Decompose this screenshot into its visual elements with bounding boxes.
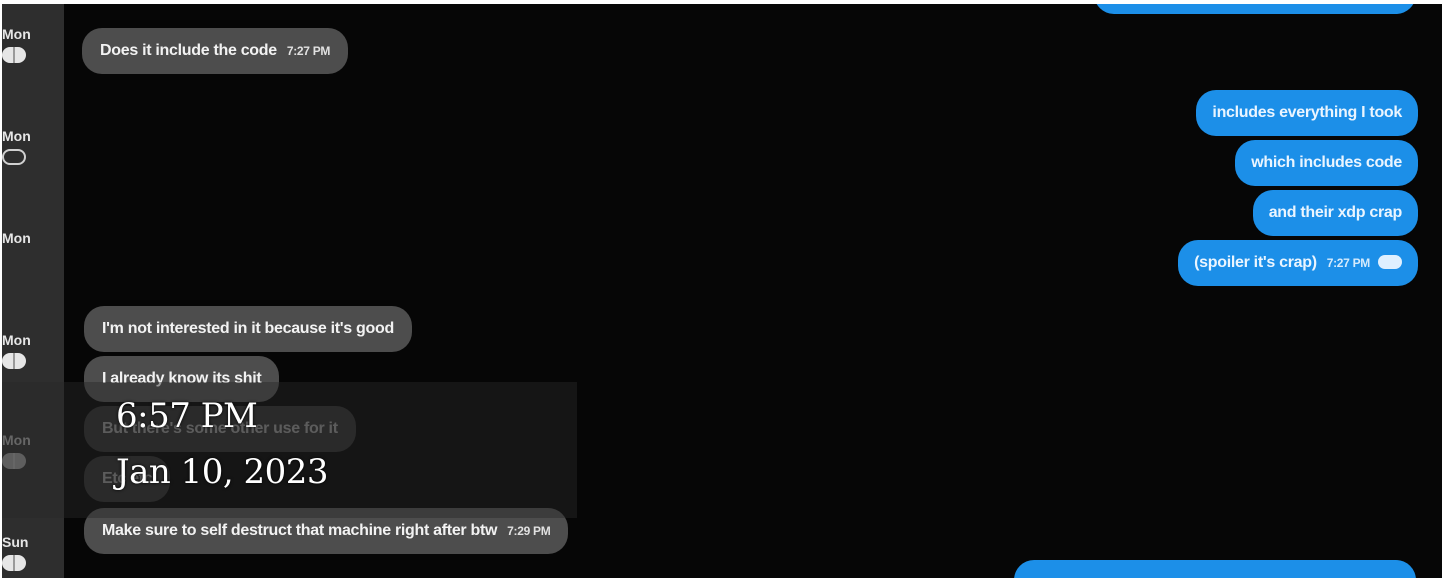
message-time: 7:27 PM [286, 44, 331, 58]
sidebar-entry[interactable]: Mon [2, 230, 42, 246]
message-text: which includes code [1251, 154, 1402, 171]
sidebar-day-label: Mon [2, 26, 31, 42]
sidebar-day-label: Mon [2, 230, 31, 246]
sidebar-day-label: Mon [2, 128, 31, 144]
toggle-icon [2, 555, 26, 571]
message-bubble-incoming[interactable]: I'm not interested in it because it's go… [84, 306, 412, 352]
message-text: Does it include the code [100, 42, 277, 59]
read-receipt-icon [1378, 255, 1402, 269]
sidebar-day-label: Mon [2, 332, 31, 348]
message-bubble-outgoing[interactable] [1094, 4, 1416, 14]
sidebar-day-label: Sun [2, 534, 29, 550]
message-bubble-outgoing[interactable]: includes everything I took [1196, 90, 1418, 136]
message-time: 7:27 PM [1326, 256, 1371, 270]
message-bubble-outgoing[interactable]: (spoiler it's crap) 7:27 PM [1178, 240, 1418, 286]
message-bubble-outgoing[interactable] [1014, 560, 1416, 578]
timestamp-overlay [2, 382, 577, 518]
checkmark-icon [2, 149, 26, 165]
message-text: (spoiler it's crap) [1194, 254, 1317, 271]
message-text: includes everything I took [1212, 104, 1402, 121]
message-time: 7:29 PM [507, 524, 551, 538]
message-bubble-outgoing[interactable]: which includes code [1235, 140, 1418, 186]
message-bubble-incoming[interactable]: Does it include the code 7:27 PM [82, 28, 349, 74]
conversation-screen: Mon Mon Mon Mon Mon Sun Does it include … [2, 4, 1442, 578]
toggle-icon [2, 353, 26, 369]
overlay-time: 6:57 PM [116, 396, 258, 436]
message-text: and their xdp crap [1268, 204, 1403, 221]
sidebar-entry[interactable]: Mon [2, 332, 42, 369]
overlay-date: Jan 10, 2023 [116, 452, 329, 492]
sidebar-entry[interactable]: Mon [2, 128, 42, 165]
sidebar-entry[interactable]: Sun [2, 534, 42, 571]
message-text: Make sure to self destruct that machine … [102, 522, 498, 539]
message-text: I'm not interested in it because it's go… [102, 320, 394, 337]
message-bubble-outgoing[interactable]: and their xdp crap [1252, 190, 1418, 236]
toggle-icon [2, 47, 26, 63]
sidebar-entry[interactable]: Mon [2, 26, 42, 63]
